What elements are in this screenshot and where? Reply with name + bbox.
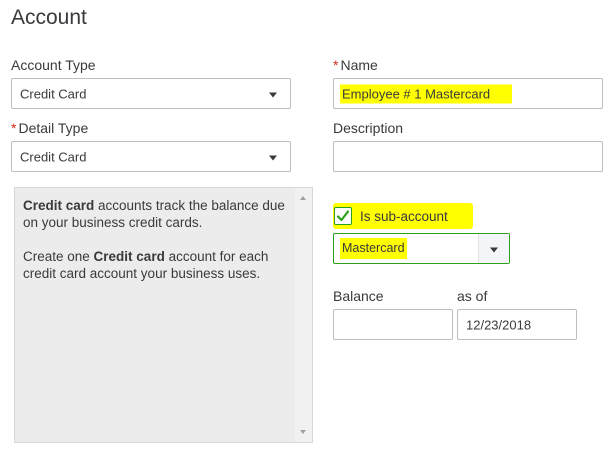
checkmark-icon — [336, 210, 350, 222]
balance-input[interactable] — [333, 309, 453, 340]
description-input[interactable] — [333, 141, 603, 172]
parent-account-dropdown-button[interactable] — [478, 234, 509, 263]
required-asterisk: * — [11, 120, 17, 136]
name-label: * Name — [333, 57, 378, 73]
account-type-value: Credit Card — [20, 86, 87, 101]
required-asterisk: * — [333, 57, 339, 73]
scroll-up-arrow-icon[interactable] — [300, 196, 306, 200]
info-text: Credit card accounts track the balance d… — [23, 197, 291, 282]
page-title: Account — [11, 6, 87, 29]
as-of-date-value: 12/23/2018 — [466, 317, 532, 332]
info-bold-term: Credit card — [23, 198, 95, 213]
caret-down-icon — [269, 155, 277, 160]
as-of-label: as of — [457, 288, 487, 304]
detail-type-label-text: Detail Type — [18, 120, 89, 136]
as-of-date-input[interactable]: 12/23/2018 — [457, 309, 577, 340]
name-label-text: Name — [340, 57, 378, 73]
description-label: Description — [333, 120, 403, 136]
detail-type-value: Credit Card — [20, 149, 87, 164]
description-label-text: Description — [333, 120, 404, 136]
caret-down-icon — [490, 247, 498, 252]
name-input[interactable]: Employee # 1 Mastercard — [333, 78, 603, 109]
account-form: Account Account Type Credit Card * Detail… — [0, 0, 614, 453]
parent-account-value: Mastercard — [340, 238, 407, 259]
caret-down-icon — [269, 92, 277, 97]
info-paragraph-1: Credit card accounts track the balance d… — [23, 197, 291, 231]
detail-type-select[interactable]: Credit Card — [11, 141, 291, 172]
sub-account-checkbox[interactable] — [334, 207, 352, 225]
info-paragraph-2: Create one Credit card account for each … — [23, 248, 291, 282]
account-type-label: Account Type — [11, 57, 96, 73]
scroll-down-arrow-icon[interactable] — [300, 430, 306, 434]
name-value: Employee # 1 Mastercard — [340, 84, 513, 103]
info-scrollbar[interactable] — [295, 188, 312, 442]
account-type-label-text: Account Type — [11, 57, 96, 73]
sub-account-row: Is sub-account — [333, 203, 473, 229]
as-of-label-text: as of — [457, 288, 488, 304]
detail-type-info-panel: Credit card accounts track the balance d… — [14, 187, 313, 443]
sub-account-label[interactable]: Is sub-account — [360, 209, 448, 224]
balance-label: Balance — [333, 288, 384, 304]
info-bold-term: Credit card — [93, 249, 165, 264]
parent-account-select[interactable]: Mastercard — [333, 233, 510, 264]
info-text-span: Create one — [23, 249, 94, 264]
detail-type-label: * Detail Type — [11, 120, 88, 136]
account-type-select[interactable]: Credit Card — [11, 78, 291, 109]
balance-label-text: Balance — [333, 288, 384, 304]
